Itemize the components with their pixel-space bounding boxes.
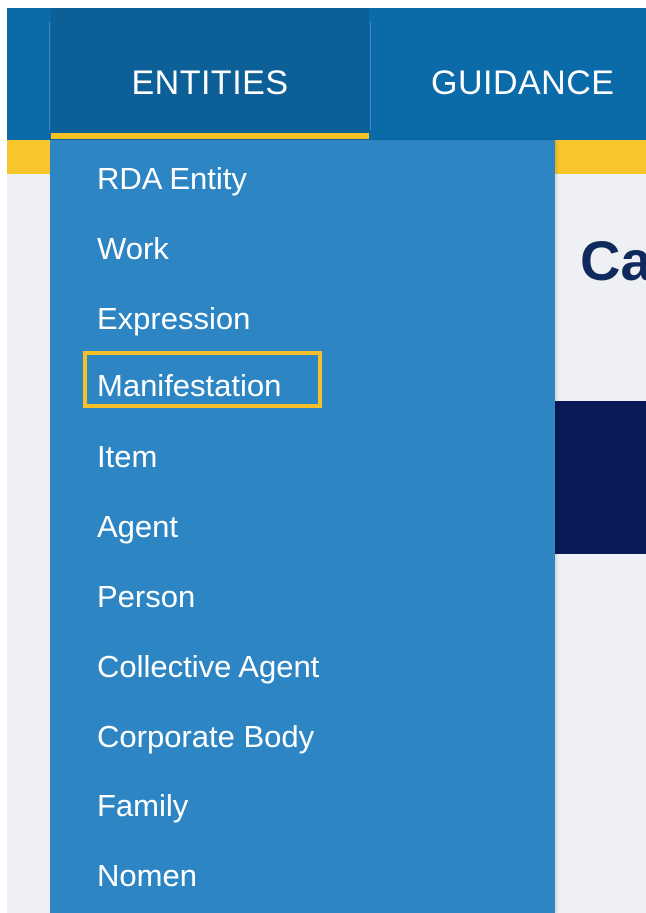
nav-tab-guidance[interactable]: GUIDANCE bbox=[431, 8, 646, 140]
menu-item-corporate-body[interactable]: Corporate Body bbox=[97, 714, 314, 760]
menu-item-item[interactable]: Item bbox=[97, 434, 157, 480]
menu-item-work[interactable]: Work bbox=[97, 226, 169, 272]
menu-item-family[interactable]: Family bbox=[97, 783, 188, 829]
menu-item-nomen[interactable]: Nomen bbox=[97, 853, 197, 899]
menu-item-collective-agent[interactable]: Collective Agent bbox=[97, 644, 319, 690]
entities-dropdown-menu: RDA Entity Work Expression Manifestation… bbox=[50, 140, 555, 913]
active-tab-indicator bbox=[51, 133, 369, 139]
menu-item-person[interactable]: Person bbox=[97, 574, 195, 620]
content-banner bbox=[555, 401, 646, 554]
nav-divider bbox=[370, 22, 371, 130]
nav-tab-entities[interactable]: ENTITIES bbox=[51, 8, 369, 140]
menu-item-expression[interactable]: Expression bbox=[97, 296, 250, 342]
page-title: Ca bbox=[580, 229, 646, 292]
nav-divider bbox=[49, 22, 50, 130]
menu-item-rda-entity[interactable]: RDA Entity bbox=[97, 156, 247, 202]
manifestation-highlight-box bbox=[83, 351, 322, 408]
menu-item-agent[interactable]: Agent bbox=[97, 504, 178, 550]
